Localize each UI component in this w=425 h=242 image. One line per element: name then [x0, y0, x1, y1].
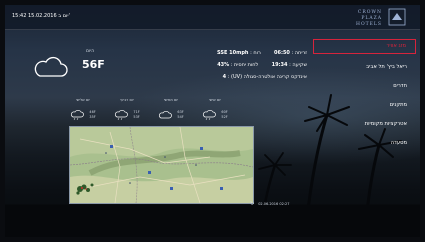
- menu-item-beach[interactable]: ריאל ביץ' תל אביב: [313, 58, 416, 77]
- weather-details: זריחה : 06:50 רוח : SSE 10mph שקיעה : 19…: [152, 47, 307, 83]
- map-image: [70, 127, 253, 203]
- weather-radar-map[interactable]: [69, 126, 254, 204]
- uv-row: אינדקס קרינה אולטרה-סגולה (UV) : 4: [152, 71, 307, 83]
- sunset-label: שקיעה :: [289, 62, 307, 68]
- forecast-low: 52F: [221, 114, 228, 119]
- sunrise-value: 06:50: [274, 50, 290, 56]
- logo-text: CROWN PLAZA HOTELS: [342, 10, 382, 28]
- uv-label: אינדקס קרינה אולטרה-סגולה (UV) :: [227, 74, 307, 80]
- cloud-rain-icon: [71, 109, 85, 120]
- wind-label: רוח :: [250, 50, 261, 56]
- current-temperature: 56F: [82, 58, 105, 71]
- sunrise-wind-row: זריחה : 06:50 רוח : SSE 10mph: [152, 47, 307, 59]
- top-status-bar: 15:42 15.02.2016 יום ב' CROWN PLAZA HOTE…: [5, 5, 420, 30]
- refresh-icon[interactable]: ↻: [250, 201, 254, 207]
- weather-panel: היום 56F זריחה : 06:50 רוח : SSE 10mph ש…: [12, 42, 312, 212]
- updated-timestamp: 02.06.2016 02:27: [258, 202, 290, 206]
- cloud-icon: [159, 110, 173, 118]
- menu-item-rooms[interactable]: חדרים: [313, 77, 416, 96]
- sunset-value: 19:34: [271, 62, 288, 68]
- uv-value: 4: [222, 74, 227, 80]
- forecast-strip: יום שלישי 46F 35F יום רביעי 71F 53F יום חמ…: [67, 98, 247, 128]
- humidity-value: 43%: [217, 62, 230, 68]
- forecast-high: 63F: [177, 110, 184, 114]
- forecast-high: 46F: [89, 110, 96, 114]
- forecast-day: יום רביעי 71F 53F: [111, 98, 143, 123]
- menu-item-facilities[interactable]: מתקנים: [313, 96, 416, 115]
- forecast-day: יום שלישי 46F 35F: [67, 98, 99, 123]
- date-time: 15:42 15.02.2016 יום ב': [12, 13, 70, 19]
- forecast-low: 35F: [89, 114, 96, 119]
- forecast-high: 71F: [133, 110, 140, 114]
- menu-item-restaurant[interactable]: מסעדה: [313, 134, 416, 153]
- tv-screen: 15:42 15.02.2016 יום ב' CROWN PLAZA HOTE…: [5, 5, 420, 237]
- forecast-low: 54F: [177, 114, 184, 119]
- forecast-day-name: יום שישי: [208, 98, 221, 102]
- sunrise-label: זריחה :: [291, 50, 307, 56]
- cloud-rain-icon: [115, 109, 129, 120]
- cloud-icon: [34, 56, 68, 77]
- humidity-label: לחות יחסית :: [230, 62, 259, 68]
- forecast-high: 60F: [221, 110, 228, 114]
- forecast-day-name: יום שלישי: [75, 98, 91, 102]
- logo-line-3: HOTELS: [356, 22, 382, 27]
- forecast-day-name: יום חמישי: [163, 98, 179, 102]
- menu-item-weather[interactable]: מזג אוויר: [313, 39, 416, 54]
- forecast-day: יום חמישי 63F 54F: [155, 98, 187, 123]
- today-label: היום: [86, 49, 95, 54]
- forecast-low: 53F: [133, 114, 140, 119]
- forecast-day: יום שישי 60F 52F: [199, 98, 231, 123]
- cloud-rain-icon: [203, 109, 217, 120]
- hotel-logo: CROWN PLAZA HOTELS: [342, 8, 406, 28]
- side-menu: מזג אוויר ריאל ביץ' תל אביב חדרים מתקנים…: [313, 39, 416, 153]
- hotel-logo-icon: [388, 8, 406, 26]
- sunset-humidity-row: שקיעה : 19:34 לחות יחסית : 43%: [152, 59, 307, 71]
- last-updated: ↻ 02.06.2016 02:27: [250, 201, 289, 207]
- forecast-day-name: יום רביעי: [120, 98, 134, 102]
- wind-value: SSE 10mph: [217, 50, 249, 56]
- menu-item-attractions[interactable]: אטרקציות מקומיות: [313, 115, 416, 134]
